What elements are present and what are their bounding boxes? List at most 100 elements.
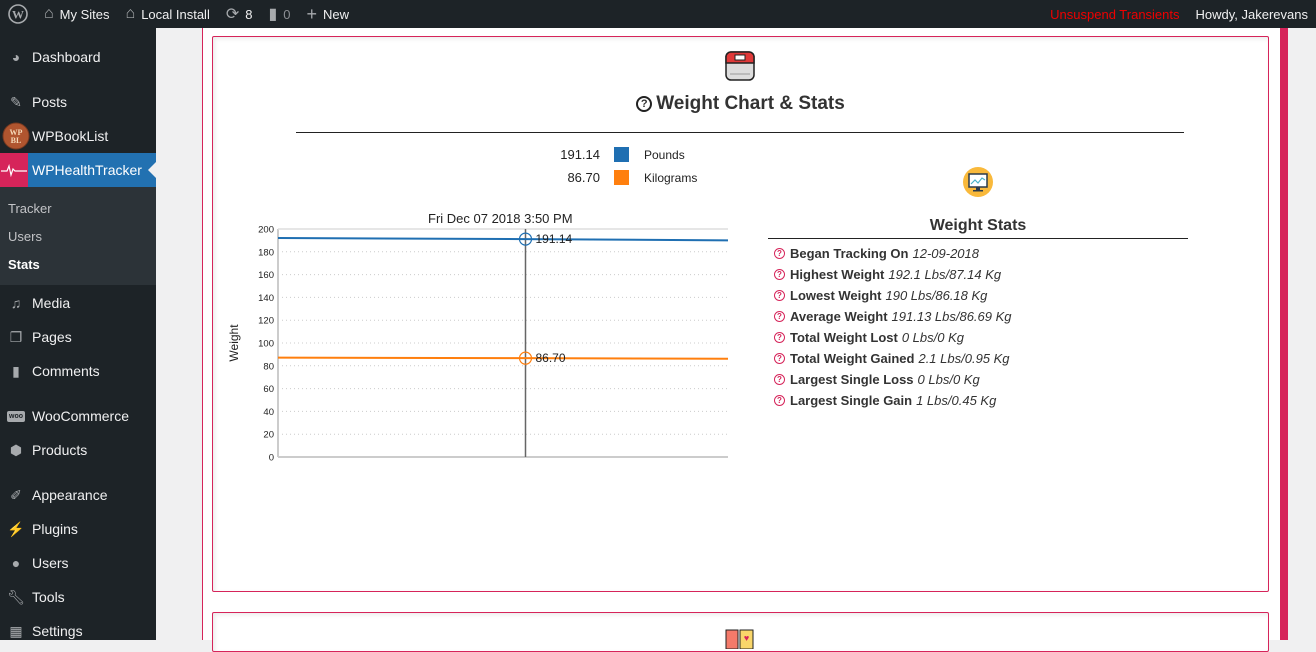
sidebar-item-label: Dashboard (32, 49, 101, 65)
plug-icon: ⚡ (7, 520, 25, 537)
stat-row: ? Largest Single Gain 1 Lbs/0.45 Kg (774, 393, 996, 408)
stat-label: Total Weight Lost (790, 330, 898, 345)
sidebar-item-woocommerce[interactable]: woo WooCommerce (0, 399, 156, 433)
sidebar-item-posts[interactable]: ✎ Posts (0, 85, 156, 119)
legend-swatch (614, 147, 629, 162)
sidebar-item-pages[interactable]: ❐ Pages (0, 320, 156, 354)
y-tick-label: 80 (263, 361, 274, 372)
series-line-kilograms (277, 356, 729, 360)
sidebar-item-label: WooCommerce (32, 408, 129, 424)
site-name-menu[interactable]: ⌂ Local Install (118, 0, 218, 28)
sidebar-item-wphealthtracker[interactable]: WPHealthTracker (0, 153, 156, 187)
help-icon[interactable]: ? (774, 290, 785, 301)
y-tick-label: 20 (263, 430, 274, 441)
sidebar-item-plugins[interactable]: ⚡ Plugins (0, 512, 156, 546)
comments-button[interactable]: ▮ 0 (260, 0, 298, 28)
legend-label: Kilograms (644, 170, 698, 185)
brush-icon: ✐ (10, 486, 22, 503)
my-account-menu[interactable]: Howdy, Jakerevans (1188, 0, 1316, 28)
sidebar-item-dashboard[interactable]: ◕ Dashboard (0, 40, 156, 74)
help-icon[interactable]: ? (636, 96, 653, 112)
stat-value: 0 Lbs/0 Kg (917, 372, 980, 387)
stat-row: ? Average Weight 191.13 Lbs/86.69 Kg (774, 309, 1012, 324)
wrench-icon: 🔧︎ (7, 588, 25, 605)
journal-icon: ♥ (725, 629, 754, 649)
legend-item-kilograms[interactable]: 86.70 Kilograms (552, 170, 697, 185)
sidebar-item-label: Plugins (32, 521, 78, 537)
y-tick-label: 100 (258, 339, 274, 350)
user-icon: ● (11, 555, 21, 571)
new-label: New (323, 6, 350, 22)
submenu-item-tracker[interactable]: Tracker (8, 201, 52, 216)
y-tick-label: 0 (269, 453, 274, 464)
stat-label: Highest Weight (790, 267, 885, 282)
sidebar-item-products[interactable]: ⬢ Products (0, 433, 156, 467)
sidebar-item-settings[interactable]: ▦ Settings (0, 614, 156, 648)
stat-label: Lowest Weight (790, 288, 882, 303)
legend-item-pounds[interactable]: 191.14 Pounds (552, 147, 685, 162)
dashboard-icon: ◕ (11, 49, 21, 65)
svg-text:W: W (12, 8, 24, 22)
my-sites-menu[interactable]: ⌂ My Sites (36, 0, 118, 28)
new-content-menu[interactable]: + New (299, 0, 358, 28)
sidebar-item-label: Appearance (32, 487, 108, 503)
hover-value-label: 191.14 (536, 232, 573, 246)
sidebar-item-label: Users (32, 555, 69, 571)
y-tick-label: 180 (258, 247, 274, 258)
wphealthtracker-submenu: Tracker Users Stats (0, 187, 156, 285)
plus-icon: + (306, 3, 318, 24)
help-icon[interactable]: ? (774, 332, 785, 343)
weight-chart-stats-panel: ? Weight Chart & Stats 191.14 Pounds 86.7… (212, 36, 1269, 592)
stats-divider (768, 238, 1188, 239)
sidebar-item-media[interactable]: ♫ Media (0, 286, 156, 320)
sidebar-item-label: WPBookList (32, 128, 109, 144)
wp-logo-button[interactable]: W (0, 0, 36, 28)
sidebar-item-label: Posts (32, 94, 68, 110)
y-tick-label: 60 (263, 384, 274, 395)
stat-label: Average Weight (790, 309, 888, 324)
sidebar-item-tools[interactable]: 🔧︎ Tools (0, 580, 156, 614)
legend-label: Pounds (644, 147, 685, 162)
pages-icon: ❐ (9, 328, 23, 345)
sidebar-item-comments[interactable]: ▮ Comments (0, 354, 156, 388)
stat-row: ? Lowest Weight 190 Lbs/86.18 Kg (774, 288, 987, 303)
sidebar-item-wpbooklist[interactable]: WP BL WPBookList (0, 119, 156, 153)
legend-value: 86.70 (567, 170, 600, 185)
updates-button[interactable]: ⟳ 8 (218, 0, 261, 28)
panel-title: ? Weight Chart & Stats (213, 93, 1268, 115)
stat-value: 191.13 Lbs/86.69 Kg (891, 309, 1012, 324)
submenu-item-stats[interactable]: Stats (8, 257, 40, 272)
help-icon[interactable]: ? (774, 269, 785, 280)
sidebar-item-users[interactable]: ● Users (0, 546, 156, 580)
stat-label: Began Tracking On (790, 246, 909, 261)
submenu-item-users[interactable]: Users (8, 229, 42, 244)
y-tick-label: 120 (258, 316, 274, 327)
series-line-pounds (277, 237, 729, 242)
sliders-icon: ▦ (9, 622, 23, 639)
legend-swatch (614, 170, 629, 185)
help-icon[interactable]: ? (774, 395, 785, 406)
stat-value: 1 Lbs/0.45 Kg (916, 393, 997, 408)
stat-value: 0 Lbs/0 Kg (901, 330, 964, 345)
y-tick-label: 40 (263, 407, 274, 418)
panel-title-text: Weight Chart & Stats (656, 93, 845, 114)
help-icon[interactable]: ? (774, 374, 785, 385)
sidebar-item-appearance[interactable]: ✐ Appearance (0, 478, 156, 512)
stat-value: 12-09-2018 (912, 246, 979, 261)
stats-title: Weight Stats (929, 217, 1027, 234)
next-panel: ♥ (212, 612, 1269, 652)
stat-row: ? Total Weight Gained 2.1 Lbs/0.95 Kg (774, 351, 1010, 366)
stat-label: Largest Single Loss (790, 372, 914, 387)
admin-bar: W ⌂ My Sites ⌂ Local Install ⟳ 8 ▮ 0 + N… (0, 0, 1316, 28)
y-tick-label: 140 (258, 293, 274, 304)
sidebar-item-label: Comments (32, 363, 100, 379)
weight-chart[interactable]: 0 20 40 60 80 100 120 140 160 180 200 Weight 191.14 8… (213, 217, 753, 477)
sidebar-item-label: Media (32, 295, 71, 311)
help-icon[interactable]: ? (774, 248, 785, 259)
unsuspend-transients-link[interactable]: Unsuspend Transients (1042, 0, 1187, 28)
help-icon[interactable]: ? (774, 353, 785, 364)
stat-row: ? Highest Weight 192.1 Lbs/87.14 Kg (774, 267, 1001, 282)
help-icon[interactable]: ? (774, 311, 785, 322)
title-divider (296, 132, 1184, 133)
admin-sidebar: ◕ Dashboard ✎ Posts WP BL WPBookList WPHe… (0, 28, 156, 640)
